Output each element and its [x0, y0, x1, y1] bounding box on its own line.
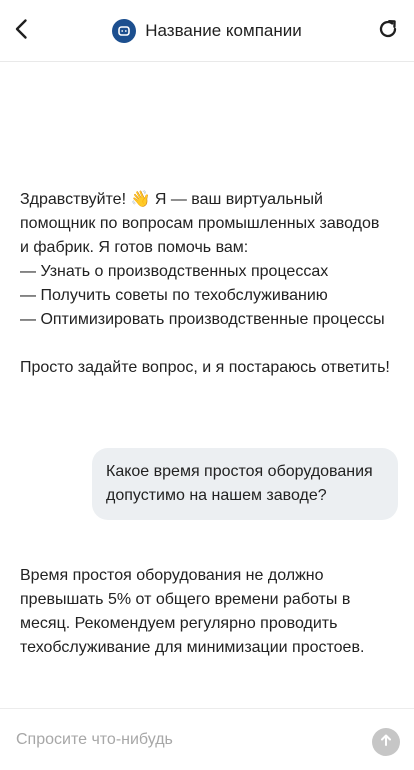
company-name: Название компании	[145, 21, 302, 40]
message-composer	[0, 708, 414, 770]
bot-message: Время простоя оборудования не должно пре…	[20, 567, 365, 656]
message-list[interactable]: Здравствуйте! 👋 Я — ваш виртуальный помо…	[0, 62, 414, 708]
chat-header: Название компании	[0, 0, 414, 62]
user-message: Какое время простоя оборудования допусти…	[92, 448, 398, 520]
header-title: Название компании	[0, 0, 414, 62]
refresh-icon	[376, 17, 400, 46]
chat-app: Название компании Здравствуйте! 👋 Я — ва…	[0, 0, 414, 770]
back-button[interactable]	[8, 17, 36, 45]
send-button[interactable]	[372, 728, 400, 756]
bot-message: Здравствуйте! 👋 Я — ваш виртуальный помо…	[20, 191, 390, 376]
arrow-up-icon	[378, 732, 394, 753]
refresh-button[interactable]	[374, 17, 402, 45]
message-input[interactable]	[16, 725, 356, 755]
chevron-left-icon	[10, 17, 34, 46]
bot-icon	[112, 19, 137, 43]
